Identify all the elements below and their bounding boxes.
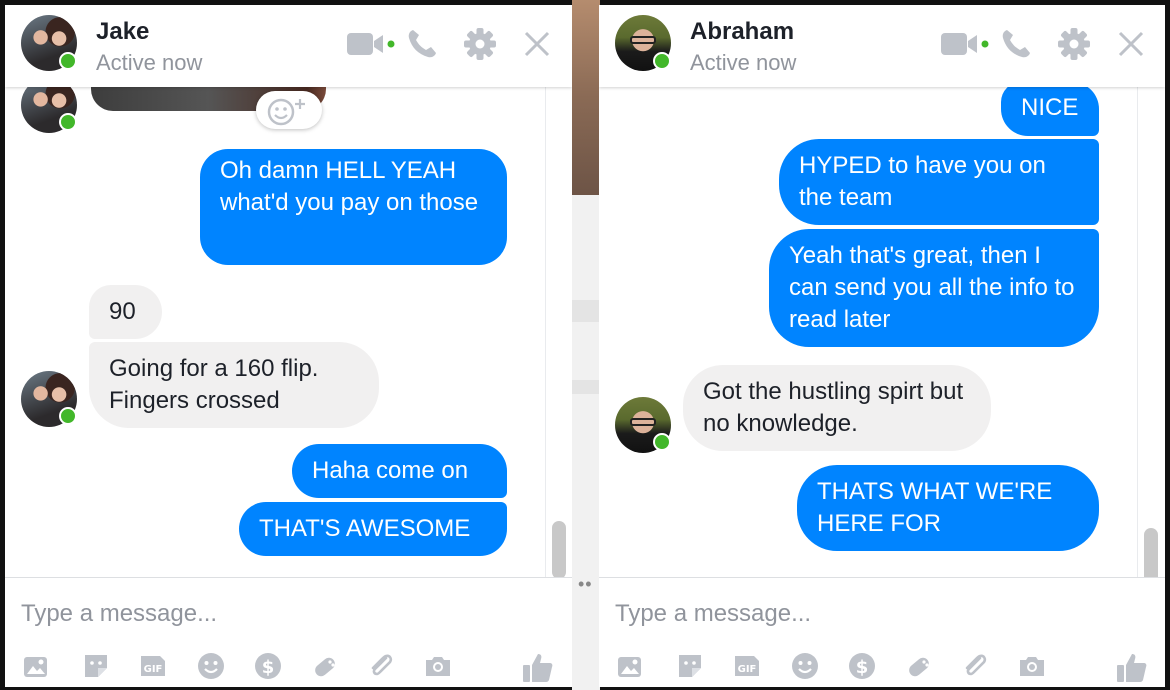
chat-window-abraham: NICE HYPED to have you on the team Yeah … xyxy=(599,5,1165,687)
gear-icon[interactable] xyxy=(1056,26,1092,62)
attachment-icon[interactable] xyxy=(960,651,990,681)
close-icon[interactable] xyxy=(1116,29,1146,59)
background-strip xyxy=(572,300,600,322)
attachment-icon[interactable] xyxy=(366,651,396,681)
camera-icon[interactable] xyxy=(423,651,453,681)
add-reaction-button[interactable] xyxy=(256,91,322,129)
like-icon[interactable] xyxy=(1115,651,1147,682)
video-call-icon[interactable] xyxy=(941,29,989,59)
gif-icon[interactable]: GIF xyxy=(732,651,762,681)
online-indicator xyxy=(59,52,77,70)
chat-header: Jake Active now xyxy=(5,5,572,87)
phone-icon[interactable] xyxy=(999,27,1033,61)
game-icon[interactable] xyxy=(310,651,340,681)
message-bubble[interactable]: THAT'S AWESOME xyxy=(239,502,507,556)
message-bubble[interactable]: Going for a 160 flip. Fingers crossed xyxy=(89,342,379,428)
camera-icon[interactable] xyxy=(1017,651,1047,681)
contact-name[interactable]: Jake xyxy=(96,18,149,46)
composer: Type a message... GIF $ xyxy=(5,577,572,687)
background-strip xyxy=(572,380,600,394)
scroll-track xyxy=(1137,87,1138,577)
message-bubble[interactable]: Yeah that's great, then I can send you a… xyxy=(769,229,1099,347)
svg-text:$: $ xyxy=(856,657,869,678)
online-indicator xyxy=(653,52,671,70)
message-bubble[interactable]: Got the hustling spirt but no knowledge. xyxy=(683,365,991,451)
add-reaction-icon xyxy=(267,98,305,126)
scrollbar[interactable] xyxy=(552,521,566,579)
svg-text:GIF: GIF xyxy=(738,664,757,675)
gear-icon[interactable] xyxy=(462,26,498,62)
chat-header: Abraham Active now xyxy=(599,5,1165,87)
message-bubble[interactable]: 90 xyxy=(89,285,162,339)
background-between-windows: •• xyxy=(572,0,600,690)
contact-status: Active now xyxy=(690,50,797,75)
close-icon[interactable] xyxy=(522,29,552,59)
scroll-track xyxy=(545,87,546,577)
phone-icon[interactable] xyxy=(405,27,439,61)
svg-text:GIF: GIF xyxy=(144,664,163,675)
svg-text:$: $ xyxy=(262,657,275,678)
message-bubble[interactable]: THATS WHAT WE'RE HERE FOR xyxy=(797,465,1099,551)
game-icon[interactable] xyxy=(904,651,934,681)
contact-status: Active now xyxy=(96,50,203,75)
like-icon[interactable] xyxy=(521,651,553,682)
message-list[interactable]: Oh damn HELL YEAH what'd you pay on thos… xyxy=(5,87,572,578)
message-list[interactable]: NICE HYPED to have you on the team Yeah … xyxy=(599,87,1165,578)
emoji-icon[interactable] xyxy=(196,651,226,681)
online-indicator xyxy=(59,113,77,131)
chat-window-jake: Oh damn HELL YEAH what'd you pay on thos… xyxy=(5,5,572,687)
photo-icon[interactable] xyxy=(21,651,51,681)
payment-icon[interactable]: $ xyxy=(253,651,283,681)
sticker-icon[interactable] xyxy=(675,651,705,681)
photo-icon[interactable] xyxy=(615,651,645,681)
message-bubble[interactable]: Haha come on xyxy=(292,444,507,498)
background-photo xyxy=(572,0,600,195)
more-icon[interactable]: •• xyxy=(578,574,593,595)
online-indicator xyxy=(59,407,77,425)
message-bubble[interactable]: HYPED to have you on the team xyxy=(779,139,1099,225)
gif-icon[interactable]: GIF xyxy=(138,651,168,681)
composer: Type a message... GIF $ xyxy=(599,577,1165,687)
message-input[interactable]: Type a message... xyxy=(21,600,217,628)
online-indicator xyxy=(653,433,671,451)
message-bubble[interactable]: NICE xyxy=(1001,87,1099,136)
contact-name[interactable]: Abraham xyxy=(690,18,794,46)
payment-icon[interactable]: $ xyxy=(847,651,877,681)
emoji-icon[interactable] xyxy=(790,651,820,681)
message-bubble[interactable]: Oh damn HELL YEAH what'd you pay on thos… xyxy=(200,149,507,265)
sticker-icon[interactable] xyxy=(81,651,111,681)
message-input[interactable]: Type a message... xyxy=(615,600,811,628)
video-call-icon[interactable] xyxy=(347,29,395,59)
